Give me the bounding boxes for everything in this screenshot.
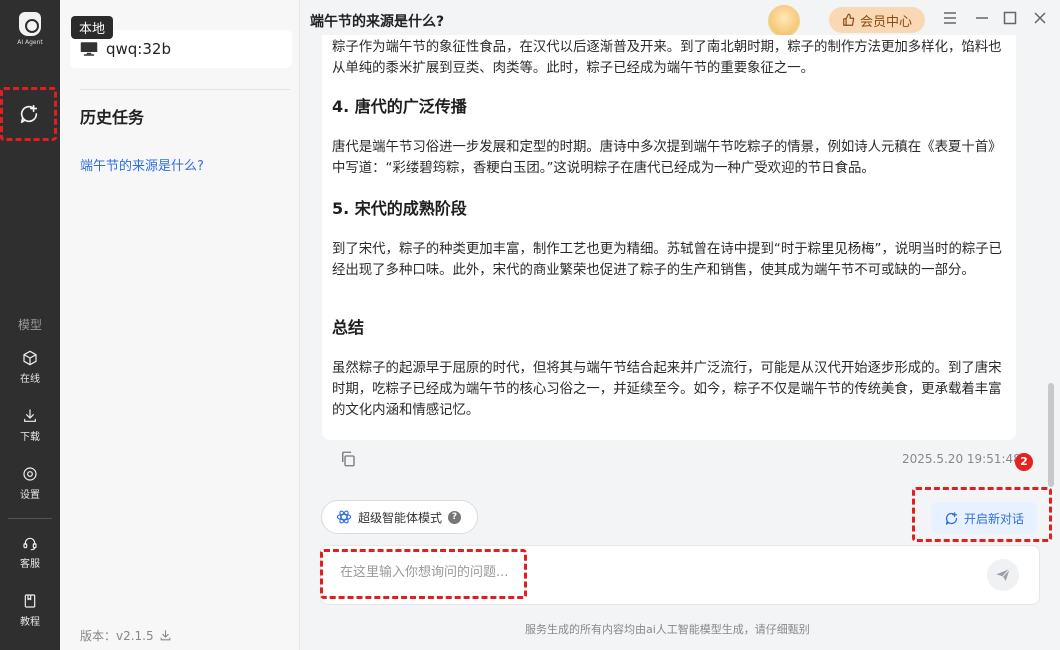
new-chat-button[interactable]: 开启新对话 bbox=[931, 502, 1037, 534]
rail-divider bbox=[8, 518, 52, 519]
menu-icon bbox=[944, 12, 956, 24]
agent-mode-label: 超级智能体模式 bbox=[358, 510, 443, 525]
send-icon bbox=[996, 568, 1011, 581]
help-icon[interactable]: ? bbox=[448, 510, 462, 524]
history-panel bbox=[60, 0, 300, 650]
close-icon bbox=[1034, 12, 1046, 24]
maximize-button[interactable] bbox=[1002, 10, 1018, 26]
version-info: 版本：v2.1.5 bbox=[80, 627, 172, 644]
models-section-label: 模型 bbox=[17, 318, 42, 332]
message-intro: 粽子作为端午节的象征性食品，在汉代以后逐渐普及开来。到了南北朝时期，粽子的制作方… bbox=[332, 40, 1002, 76]
history-title: 历史任务 bbox=[80, 108, 145, 127]
close-button[interactable] bbox=[1032, 10, 1048, 26]
download-icon bbox=[24, 409, 36, 422]
new-chat-label: 开启新对话 bbox=[963, 511, 1024, 526]
rail-item-tutorial-label: 教程 bbox=[20, 617, 40, 628]
app-logo: AI Agent bbox=[10, 12, 50, 52]
settings-icon bbox=[23, 467, 37, 481]
headset-icon bbox=[23, 537, 37, 551]
logo-text: AI Agent bbox=[17, 39, 43, 46]
vip-center-button[interactable]: 会员中心 bbox=[829, 7, 925, 33]
section-heading-text: 总结 bbox=[332, 318, 365, 337]
rail-item-online[interactable]: 在线 bbox=[0, 350, 60, 385]
rail-item-settings-label: 设置 bbox=[20, 490, 40, 501]
section-body-tang: 唐代是端午节习俗进一步发展和定型的时期。唐诗中多次提到端午节吃粽子的情景，例如诗… bbox=[332, 140, 1002, 176]
version-label: 版本：v2.1.5 bbox=[80, 629, 154, 643]
minimize-button[interactable] bbox=[974, 10, 990, 26]
chat-input[interactable] bbox=[340, 565, 940, 580]
menu-button[interactable] bbox=[942, 10, 958, 26]
download-icon[interactable] bbox=[159, 629, 172, 642]
section-body-song: 到了宋代，粽子的种类更加丰富，制作工艺也更为精细。苏轼曾在诗中提到“时于粽里见杨… bbox=[332, 242, 1003, 278]
rail-item-download[interactable]: 下载 bbox=[0, 408, 60, 443]
book-icon bbox=[24, 594, 36, 608]
thumbs-up-icon bbox=[843, 13, 855, 26]
maximize-icon bbox=[1003, 11, 1017, 25]
section-heading-tang: 4. 唐代的广泛传播 bbox=[332, 96, 1007, 118]
panel-divider bbox=[80, 89, 290, 90]
section-heading-summary: 总结 bbox=[332, 317, 1007, 339]
page-title: 端午节的来源是什么? bbox=[310, 14, 445, 30]
rail-item-online-label: 在线 bbox=[20, 374, 40, 385]
footer-disclaimer: 服务生成的所有内容均由ai人工智能模型生成，请仔细甄别 bbox=[525, 623, 810, 636]
rail-item-download-label: 下载 bbox=[20, 432, 40, 443]
model-name: qwq:32b bbox=[106, 40, 171, 58]
logo-mark-icon bbox=[19, 12, 41, 36]
send-button[interactable] bbox=[987, 559, 1019, 591]
rail-item-tutorial[interactable]: 教程 bbox=[0, 593, 60, 628]
copy-icon bbox=[342, 451, 355, 467]
section-heading-text: 4. 唐代的广泛传播 bbox=[332, 97, 467, 116]
minimize-icon bbox=[976, 17, 988, 19]
copy-button[interactable] bbox=[339, 450, 357, 468]
rail-item-support[interactable]: 客服 bbox=[0, 535, 60, 570]
chat-plus-icon bbox=[20, 104, 37, 124]
message-timestamp: 2025.5.20 19:51:48 bbox=[902, 452, 1021, 466]
history-item[interactable]: 端午节的来源是什么? bbox=[80, 155, 204, 174]
local-tooltip: 本地 bbox=[71, 16, 114, 39]
atom-icon bbox=[336, 510, 352, 524]
cube-icon bbox=[23, 350, 37, 366]
avatar[interactable] bbox=[768, 5, 800, 37]
section-heading-text: 5. 宋代的成熟阶段 bbox=[332, 199, 467, 218]
section-heading-song: 5. 宋代的成熟阶段 bbox=[332, 198, 1007, 220]
section-body-summary: 虽然粽子的起源早于屈原的时代，但将其与端午节结合起来并广泛流行，可能是从汉代开始… bbox=[332, 361, 1002, 418]
vip-center-label: 会员中心 bbox=[859, 14, 912, 30]
rail-item-support-label: 客服 bbox=[20, 559, 40, 570]
new-chat-rail-button[interactable] bbox=[0, 87, 57, 141]
rail-item-settings[interactable]: 设置 bbox=[0, 466, 60, 501]
left-rail: AI Agent 模型 在线 下载 设置 客服 教程 bbox=[0, 0, 60, 650]
chat-plus-icon bbox=[945, 511, 958, 525]
annotation-badge-2: 2 bbox=[1015, 453, 1033, 471]
agent-mode-toggle[interactable]: 超级智能体模式 ? bbox=[321, 500, 478, 534]
scrollbar-thumb[interactable] bbox=[1048, 383, 1054, 487]
monitor-icon bbox=[80, 42, 98, 56]
